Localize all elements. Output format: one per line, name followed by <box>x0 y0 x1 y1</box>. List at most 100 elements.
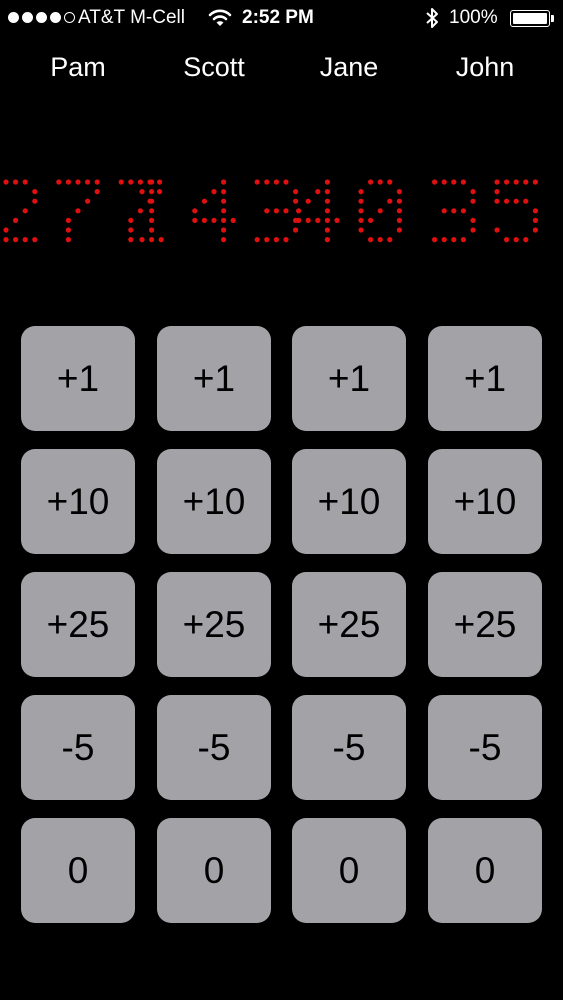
led-dot <box>118 179 124 185</box>
battery-icon <box>510 10 550 27</box>
john-plus25-button[interactable]: +25 <box>428 572 542 677</box>
led-dot <box>358 227 364 233</box>
led-dot <box>494 227 500 233</box>
led-dot <box>324 237 330 243</box>
score-value-john: 35 <box>476 205 494 222</box>
scoreboard-screen: AT&T M-Cell 2:52 PM 100% Pam Scott Jane Joh… <box>0 0 563 1000</box>
led-dot <box>65 227 71 233</box>
pam-plus10-button[interactable]: +10 <box>21 449 135 554</box>
led-dot <box>504 237 510 243</box>
scott-plus10-button[interactable]: +10 <box>157 449 271 554</box>
scott-0-button[interactable]: 0 <box>157 818 271 923</box>
led-dot <box>158 237 164 243</box>
scott-minus5-button[interactable]: -5 <box>157 695 271 800</box>
led-dot <box>22 179 28 185</box>
player-name-pam: Pam <box>50 52 106 82</box>
led-dot <box>221 237 227 243</box>
score-display-scott: 143 <box>139 179 299 243</box>
led-dot <box>396 198 402 204</box>
score-display-john: 35 <box>432 179 539 243</box>
led-dot <box>494 179 500 185</box>
led-dot <box>523 237 529 243</box>
carrier-label: AT&T M-Cell <box>78 7 185 28</box>
led-dot <box>396 208 402 214</box>
john-0-button[interactable]: 0 <box>428 818 542 923</box>
led-dot <box>56 179 62 185</box>
score-display-pam: 277 <box>3 179 163 243</box>
led-dot <box>305 198 311 204</box>
led-dot <box>85 179 91 185</box>
scott-plus25-button[interactable]: +25 <box>157 572 271 677</box>
pam-plus1-button[interactable]: +1 <box>21 326 135 431</box>
led-dot <box>441 208 447 214</box>
led-dot <box>75 179 81 185</box>
player-name-jane: Jane <box>319 52 379 82</box>
led-dot <box>149 179 155 185</box>
john-plus1-button[interactable]: +1 <box>428 326 542 431</box>
led-dot <box>504 179 510 185</box>
scott-plus1-button[interactable]: +1 <box>157 326 271 431</box>
led-dot <box>387 237 393 243</box>
led-scoreboard: 277 143 40 35 <box>3 179 539 243</box>
pam-plus25-button[interactable]: +25 <box>21 572 135 677</box>
battery-percent: 100% <box>449 7 498 28</box>
led-dot <box>293 198 299 204</box>
led-dot <box>264 237 270 243</box>
led-dot <box>358 198 364 204</box>
jane-minus5-button[interactable]: -5 <box>292 695 406 800</box>
led-dot <box>441 179 447 185</box>
led-dot <box>273 208 279 214</box>
led-dot <box>128 237 134 243</box>
led-dot <box>211 189 217 195</box>
jane-plus25-button[interactable]: +25 <box>292 572 406 677</box>
john-plus10-button[interactable]: +10 <box>428 449 542 554</box>
led-dot <box>324 208 330 214</box>
led-dot <box>192 208 198 214</box>
led-dot <box>283 237 289 243</box>
led-dot <box>358 217 364 223</box>
led-dot <box>451 179 457 185</box>
led-dot <box>283 208 289 214</box>
led-dot <box>387 198 393 204</box>
led-dot <box>32 237 38 243</box>
led-dot <box>128 217 134 223</box>
led-dot <box>377 179 383 185</box>
led-dot <box>460 179 466 185</box>
led-dot <box>149 189 155 195</box>
led-dot <box>532 227 539 233</box>
led-dot <box>532 217 539 223</box>
led-dot <box>13 179 19 185</box>
led-dot <box>494 189 500 195</box>
led-dot <box>22 237 28 243</box>
led-dot <box>296 217 302 223</box>
led-dot <box>513 179 519 185</box>
led-dot <box>13 237 19 243</box>
led-dot <box>368 217 374 223</box>
led-dot <box>324 198 330 204</box>
player-name-john: John <box>455 52 515 82</box>
score-value-scott: 143 <box>201 205 228 222</box>
led-dot <box>324 189 330 195</box>
led-dot <box>377 208 383 214</box>
led-dot <box>513 237 519 243</box>
led-dot <box>470 198 476 204</box>
jane-0-button[interactable]: 0 <box>292 818 406 923</box>
led-dot <box>149 227 155 233</box>
led-dot <box>221 198 227 204</box>
jane-plus10-button[interactable]: +10 <box>292 449 406 554</box>
john-minus5-button[interactable]: -5 <box>428 695 542 800</box>
led-dot <box>192 217 198 223</box>
score-value-jane: 40 <box>340 205 358 222</box>
led-dot <box>460 208 466 214</box>
led-dot <box>441 237 447 243</box>
jane-plus1-button[interactable]: +1 <box>292 326 406 431</box>
led-dot <box>3 227 9 233</box>
led-dot <box>94 179 100 185</box>
led-dot <box>94 189 100 195</box>
pam-0-button[interactable]: 0 <box>21 818 135 923</box>
led-dot <box>3 179 9 185</box>
wifi-icon <box>208 8 232 34</box>
pam-minus5-button[interactable]: -5 <box>21 695 135 800</box>
led-dot <box>65 237 71 243</box>
score-displays: 277 143 40 35 <box>0 178 563 244</box>
